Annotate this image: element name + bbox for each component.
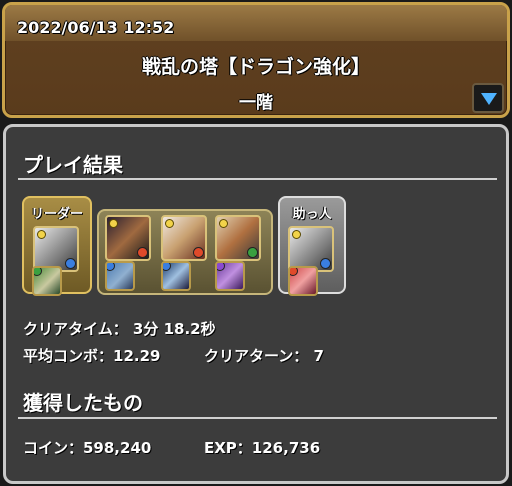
floor-name: 一階 (239, 93, 273, 113)
clear-turns: クリアターン： 7 (204, 347, 324, 365)
play-result-title: プレイ結果 (23, 153, 123, 177)
helper-assist-card[interactable] (288, 266, 318, 296)
sub3-assist-card[interactable] (215, 261, 245, 291)
exp-reward: EXP：126,736 (204, 439, 321, 457)
dungeon-name: 戦乱の塔【ドラゴン強化】 (141, 56, 370, 78)
clear-time: クリアタイム： 3分 18.2秒 (23, 320, 216, 338)
sub1-monster-card[interactable] (105, 215, 151, 261)
result-panel: プレイ結果 リーダー 助っ人 クリアタイム： 3分 18.2秒 平均コンボ：12… (3, 124, 509, 484)
leader-assist-card[interactable] (32, 266, 62, 296)
sub2-monster-card[interactable] (161, 215, 207, 261)
sub-members-slot (97, 209, 273, 295)
triangle-down-icon (481, 93, 497, 105)
divider (18, 178, 497, 180)
helper-slot[interactable]: 助っ人 (278, 196, 346, 296)
divider (18, 417, 497, 419)
coin-reward: コイン：598,240 (23, 439, 152, 457)
helper-label: 助っ人 (292, 207, 332, 222)
play-datetime: 2022/06/13 12:52 (17, 18, 175, 37)
sub1-assist-card[interactable] (105, 261, 135, 291)
leader-slot[interactable]: リーダー (22, 196, 92, 296)
average-combo: 平均コンボ：12.29 (23, 347, 161, 365)
sub2-assist-card[interactable] (161, 261, 191, 291)
sub3-monster-card[interactable] (215, 215, 261, 261)
dungeon-header: 2022/06/13 12:52 戦乱の塔【ドラゴン強化】 一階 (2, 2, 510, 118)
leader-label: リーダー (30, 207, 83, 222)
rewards-title: 獲得したもの (23, 391, 143, 415)
expand-dropdown-button[interactable] (472, 83, 504, 113)
